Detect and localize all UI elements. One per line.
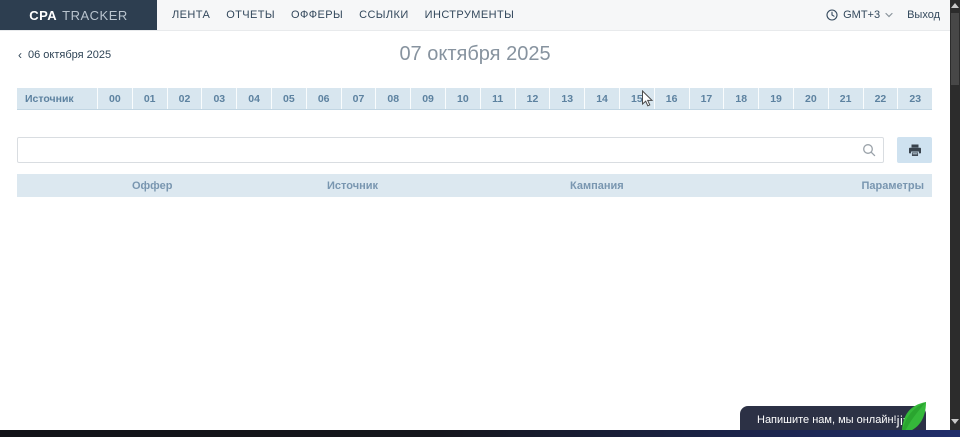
hour-cell: 03 [201, 88, 236, 109]
hour-cell: 10 [445, 88, 480, 109]
menu-item-links[interactable]: ССЫЛКИ [359, 9, 409, 21]
logo-text-bold: CPA [29, 8, 57, 23]
logout-button[interactable]: Выход [907, 9, 940, 21]
hours-header-bar: Источник 00 01 02 03 04 05 06 07 08 09 1… [17, 88, 932, 110]
hour-cell: 18 [723, 88, 758, 109]
chevron-down-icon [885, 12, 893, 18]
hour-cell: 20 [793, 88, 828, 109]
scrollbar-up-arrow-icon[interactable] [951, 3, 959, 8]
top-navigation-bar: CPA TRACKER ЛЕНТА ОТЧЕТЫ ОФФЕРЫ ССЫЛКИ И… [0, 0, 950, 31]
print-button[interactable] [897, 137, 932, 163]
menu-item-tools[interactable]: ИНСТРУМЕНТЫ [425, 9, 515, 21]
hour-cell: 04 [236, 88, 271, 109]
column-header-source: Источник [327, 180, 570, 192]
hour-cell: 16 [654, 88, 689, 109]
page-title: 07 октября 2025 [0, 31, 950, 66]
logo-text-light: TRACKER [62, 8, 128, 23]
hour-cell: 13 [549, 88, 584, 109]
column-header-params: Параметры [822, 180, 932, 192]
hour-cell: 19 [758, 88, 793, 109]
scrollbar-thumb[interactable] [951, 13, 959, 85]
topbar-right: GMT+3 Выход [826, 0, 950, 30]
app-page: CPA TRACKER ЛЕНТА ОТЧЕТЫ ОФФЕРЫ ССЫЛКИ И… [0, 0, 950, 437]
main-menu: ЛЕНТА ОТЧЕТЫ ОФФЕРЫ ССЫЛКИ ИНСТРУМЕНТЫ [172, 0, 514, 30]
menu-item-offers[interactable]: ОФФЕРЫ [291, 9, 343, 21]
hour-cell: 15 [619, 88, 654, 109]
hour-cell: 11 [480, 88, 515, 109]
hour-cell: 07 [341, 88, 376, 109]
search-icon [862, 143, 876, 157]
hour-cell: 12 [515, 88, 550, 109]
scrollbar-down-arrow-icon[interactable] [951, 419, 959, 424]
results-table-header: Оффер Источник Кампания Параметры [17, 174, 932, 197]
column-header-campaign: Кампания [570, 180, 822, 192]
hour-cell: 09 [410, 88, 445, 109]
column-header-offer: Оффер [132, 180, 327, 192]
hour-cell: 08 [375, 88, 410, 109]
menu-item-reports[interactable]: ОТЧЕТЫ [226, 9, 275, 21]
chat-message: Напишите нам, мы онлайн! [757, 414, 897, 426]
search-box [17, 137, 884, 163]
hour-cell: 02 [167, 88, 202, 109]
app-logo[interactable]: CPA TRACKER [0, 0, 157, 30]
hour-cell: 22 [863, 88, 898, 109]
search-input[interactable] [17, 137, 884, 163]
timezone-label: GMT+3 [843, 9, 880, 21]
printer-icon [908, 144, 922, 157]
chevron-left-icon: ‹ [18, 48, 22, 62]
hour-cell: 23 [897, 88, 932, 109]
hour-cell: 00 [97, 88, 132, 109]
hour-cell: 17 [689, 88, 724, 109]
hour-cell: 21 [828, 88, 863, 109]
vertical-scrollbar[interactable] [950, 0, 960, 437]
hour-cell: 14 [584, 88, 619, 109]
menu-item-feed[interactable]: ЛЕНТА [172, 9, 210, 21]
timezone-dropdown[interactable]: GMT+3 [826, 9, 893, 21]
bottom-window-edge [0, 430, 960, 437]
hour-cell: 05 [271, 88, 306, 109]
previous-day-link[interactable]: ‹ 06 октября 2025 [18, 48, 111, 62]
hour-cell: 06 [306, 88, 341, 109]
clock-icon [826, 9, 838, 21]
search-row [17, 137, 932, 163]
previous-day-label: 06 октября 2025 [28, 49, 111, 61]
date-area: ‹ 06 октября 2025 07 октября 2025 [0, 31, 950, 75]
hours-source-label: Источник [17, 88, 97, 109]
hour-cell: 01 [132, 88, 167, 109]
